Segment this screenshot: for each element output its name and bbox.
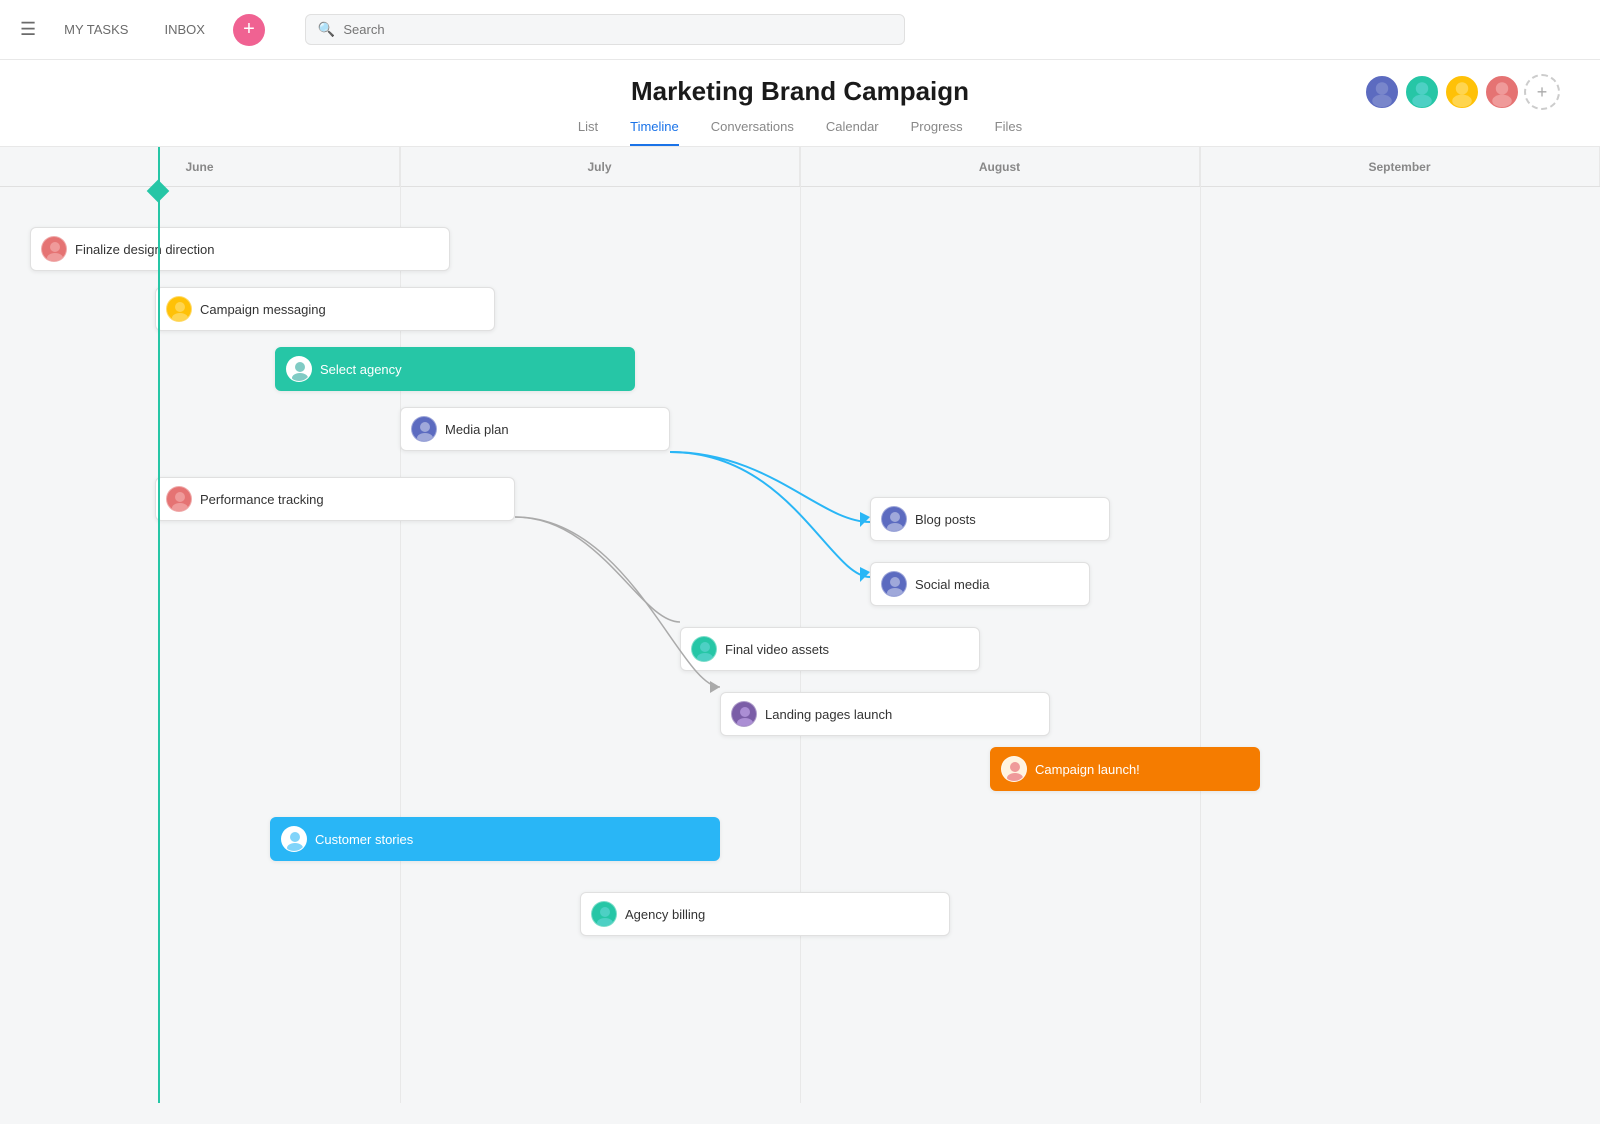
current-time-marker xyxy=(158,147,160,1103)
search-icon: 🔍 xyxy=(318,21,335,38)
vline-july xyxy=(800,147,801,1103)
month-july: July xyxy=(400,147,800,186)
task-blog-posts[interactable]: Blog posts xyxy=(870,497,1110,541)
hamburger-icon[interactable]: ☰ xyxy=(20,19,36,40)
avatar-4[interactable] xyxy=(1484,74,1520,110)
tab-progress[interactable]: Progress xyxy=(911,119,963,146)
project-header: Marketing Brand Campaign + List Timeline… xyxy=(0,60,1600,147)
task-final-video-assets[interactable]: Final video assets xyxy=(680,627,980,671)
avatar-1[interactable] xyxy=(1364,74,1400,110)
task-label-final-video-assets: Final video assets xyxy=(725,642,829,657)
task-campaign-launch[interactable]: Campaign launch! xyxy=(990,747,1260,791)
add-button[interactable]: + xyxy=(233,14,265,46)
avatar-3[interactable] xyxy=(1444,74,1480,110)
task-social-media[interactable]: Social media xyxy=(870,562,1090,606)
avatar-media-plan xyxy=(411,416,437,442)
tab-calendar[interactable]: Calendar xyxy=(826,119,879,146)
task-label-campaign-launch: Campaign launch! xyxy=(1035,762,1140,777)
avatar-performance-tracking xyxy=(166,486,192,512)
my-tasks-link[interactable]: MY TASKS xyxy=(56,18,136,41)
task-customer-stories[interactable]: Customer stories xyxy=(270,817,720,861)
task-media-plan[interactable]: Media plan xyxy=(400,407,670,451)
task-agency-billing[interactable]: Agency billing xyxy=(580,892,950,936)
avatar-social-media xyxy=(881,571,907,597)
task-campaign-messaging[interactable]: Campaign messaging xyxy=(155,287,495,331)
search-bar: 🔍 xyxy=(305,14,905,45)
task-finalize-design[interactable]: Finalize design direction xyxy=(30,227,450,271)
tab-conversations[interactable]: Conversations xyxy=(711,119,794,146)
tab-files[interactable]: Files xyxy=(995,119,1022,146)
project-title: Marketing Brand Campaign xyxy=(0,76,1600,107)
avatar-2[interactable] xyxy=(1404,74,1440,110)
avatar-campaign-messaging xyxy=(166,296,192,322)
tab-list[interactable]: List xyxy=(578,119,598,146)
avatar-landing-pages-launch xyxy=(731,701,757,727)
avatar-select-agency xyxy=(286,356,312,382)
task-landing-pages-launch[interactable]: Landing pages launch xyxy=(720,692,1050,736)
avatar-final-video-assets xyxy=(691,636,717,662)
month-august: August xyxy=(800,147,1200,186)
avatars-header: + xyxy=(1364,74,1560,110)
vline-august xyxy=(1200,147,1201,1103)
project-tabs: List Timeline Conversations Calendar Pro… xyxy=(0,119,1600,146)
avatar-customer-stories xyxy=(281,826,307,852)
search-input[interactable] xyxy=(343,22,892,37)
inbox-link[interactable]: INBOX xyxy=(156,18,212,41)
topbar: ☰ MY TASKS INBOX + 🔍 xyxy=(0,0,1600,60)
task-label-agency-billing: Agency billing xyxy=(625,907,705,922)
month-june: June xyxy=(0,147,400,186)
avatar-campaign-launch xyxy=(1001,756,1027,782)
task-label-media-plan: Media plan xyxy=(445,422,509,437)
tab-timeline[interactable]: Timeline xyxy=(630,119,679,146)
task-label-campaign-messaging: Campaign messaging xyxy=(200,302,326,317)
task-label-performance-tracking: Performance tracking xyxy=(200,492,324,507)
month-september: September xyxy=(1200,147,1600,186)
add-member-button[interactable]: + xyxy=(1524,74,1560,110)
task-label-customer-stories: Customer stories xyxy=(315,832,413,847)
avatar-agency-billing xyxy=(591,901,617,927)
task-label-finalize-design: Finalize design direction xyxy=(75,242,214,257)
task-select-agency[interactable]: Select agency xyxy=(275,347,635,391)
avatar-finalize-design xyxy=(41,236,67,262)
task-label-select-agency: Select agency xyxy=(320,362,402,377)
task-performance-tracking[interactable]: Performance tracking xyxy=(155,477,515,521)
avatar-blog-posts xyxy=(881,506,907,532)
timeline-container: June July August September Finalize desi… xyxy=(0,147,1600,1103)
task-label-social-media: Social media xyxy=(915,577,989,592)
task-label-landing-pages-launch: Landing pages launch xyxy=(765,707,892,722)
task-label-blog-posts: Blog posts xyxy=(915,512,976,527)
